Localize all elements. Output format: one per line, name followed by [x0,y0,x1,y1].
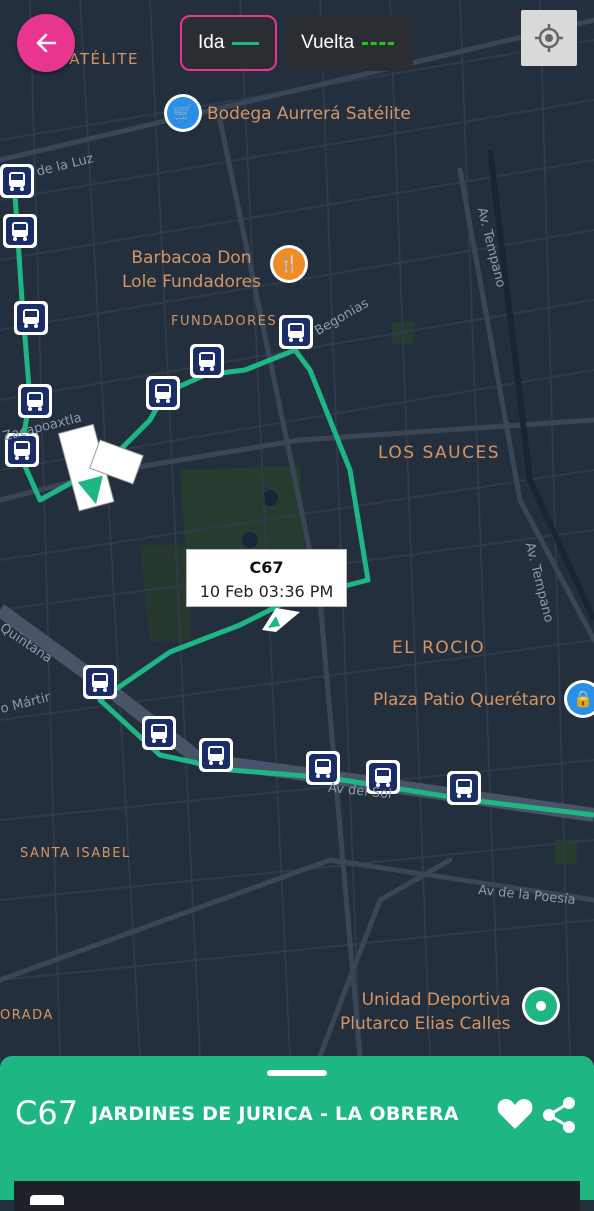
poi-label-plaza[interactable]: Plaza Patio Querétaro [373,688,556,712]
poi-label-barbacoa[interactable]: Barbacoa Don Lole Fundadores [122,246,261,294]
shopping-cart-icon[interactable]: 🛒 [167,97,199,129]
legend-ida-toggle[interactable]: Ida [180,15,277,71]
poi-label-line: Plutarco Elias Calles [340,1014,511,1034]
bus-stop-marker[interactable] [199,738,233,772]
bus-stop-marker[interactable] [83,665,117,699]
neighborhood-label: EL ROCIO [392,638,486,658]
legend-ida-label: Ida [198,32,225,53]
dashed-line-icon [362,41,395,45]
solid-line-icon [232,41,259,45]
bus-stop-marker[interactable] [306,751,340,785]
tooltip-timestamp: 10 Feb 03:36 PM [199,582,334,601]
poi-label-bodega[interactable]: Bodega Aurrerá Satélite [207,102,411,126]
bus-stop-marker[interactable] [0,164,34,198]
bus-info-tooltip[interactable]: C67 10 Feb 03:36 PM [186,549,347,607]
neighborhood-label: FUNDADORES [171,314,278,329]
route-code: C67 [15,1094,79,1132]
bus-stop-marker[interactable] [190,344,224,378]
neighborhood-label: SANTA ISABEL [20,846,131,861]
bus-stop-marker[interactable] [279,315,313,349]
neighborhood-label: LOS SAUCES [378,443,501,463]
my-location-button[interactable] [521,10,577,66]
poi-label-line: Barbacoa Don [131,248,252,268]
tooltip-route-code: C67 [249,558,284,577]
pond [242,532,258,548]
bus-stop-marker[interactable] [146,376,180,410]
crosshair-icon [535,24,563,52]
poi-label-unidad[interactable]: Unidad Deportiva Plutarco Elias Calles [340,988,511,1036]
heart-icon[interactable] [496,1096,534,1132]
poi-label-line: Lole Fundadores [122,272,261,292]
park-icon[interactable] [525,990,557,1022]
poi-label-line: Unidad Deportiva [361,990,511,1010]
bus-stop-marker[interactable] [14,301,48,335]
bus-stop-marker[interactable] [142,716,176,750]
legend-vuelta-toggle[interactable]: Vuelta [285,15,413,71]
arrow-left-icon [36,33,57,53]
bus-stop-marker[interactable] [18,384,52,418]
back-button[interactable] [17,14,75,72]
fork-knife-icon[interactable]: 🍴 [273,248,305,280]
route-name: JARDINES DE JURICA - LA OBRERA [91,1103,459,1125]
sheet-drag-handle[interactable] [267,1070,327,1076]
share-icon[interactable] [541,1096,577,1134]
bus-icon [30,1195,64,1205]
park-area [180,466,306,560]
route-details-sheet[interactable]: C67 JARDINES DE JURICA - LA OBRERA [0,1056,594,1211]
stops-list-panel[interactable] [14,1181,580,1211]
neighborhood-label: ORADA [0,1008,54,1023]
bus-stop-marker[interactable] [3,214,37,248]
legend-vuelta-label: Vuelta [301,32,355,53]
bus-stop-marker[interactable] [447,771,481,805]
shopping-bag-icon[interactable]: 🔒 [567,683,594,715]
